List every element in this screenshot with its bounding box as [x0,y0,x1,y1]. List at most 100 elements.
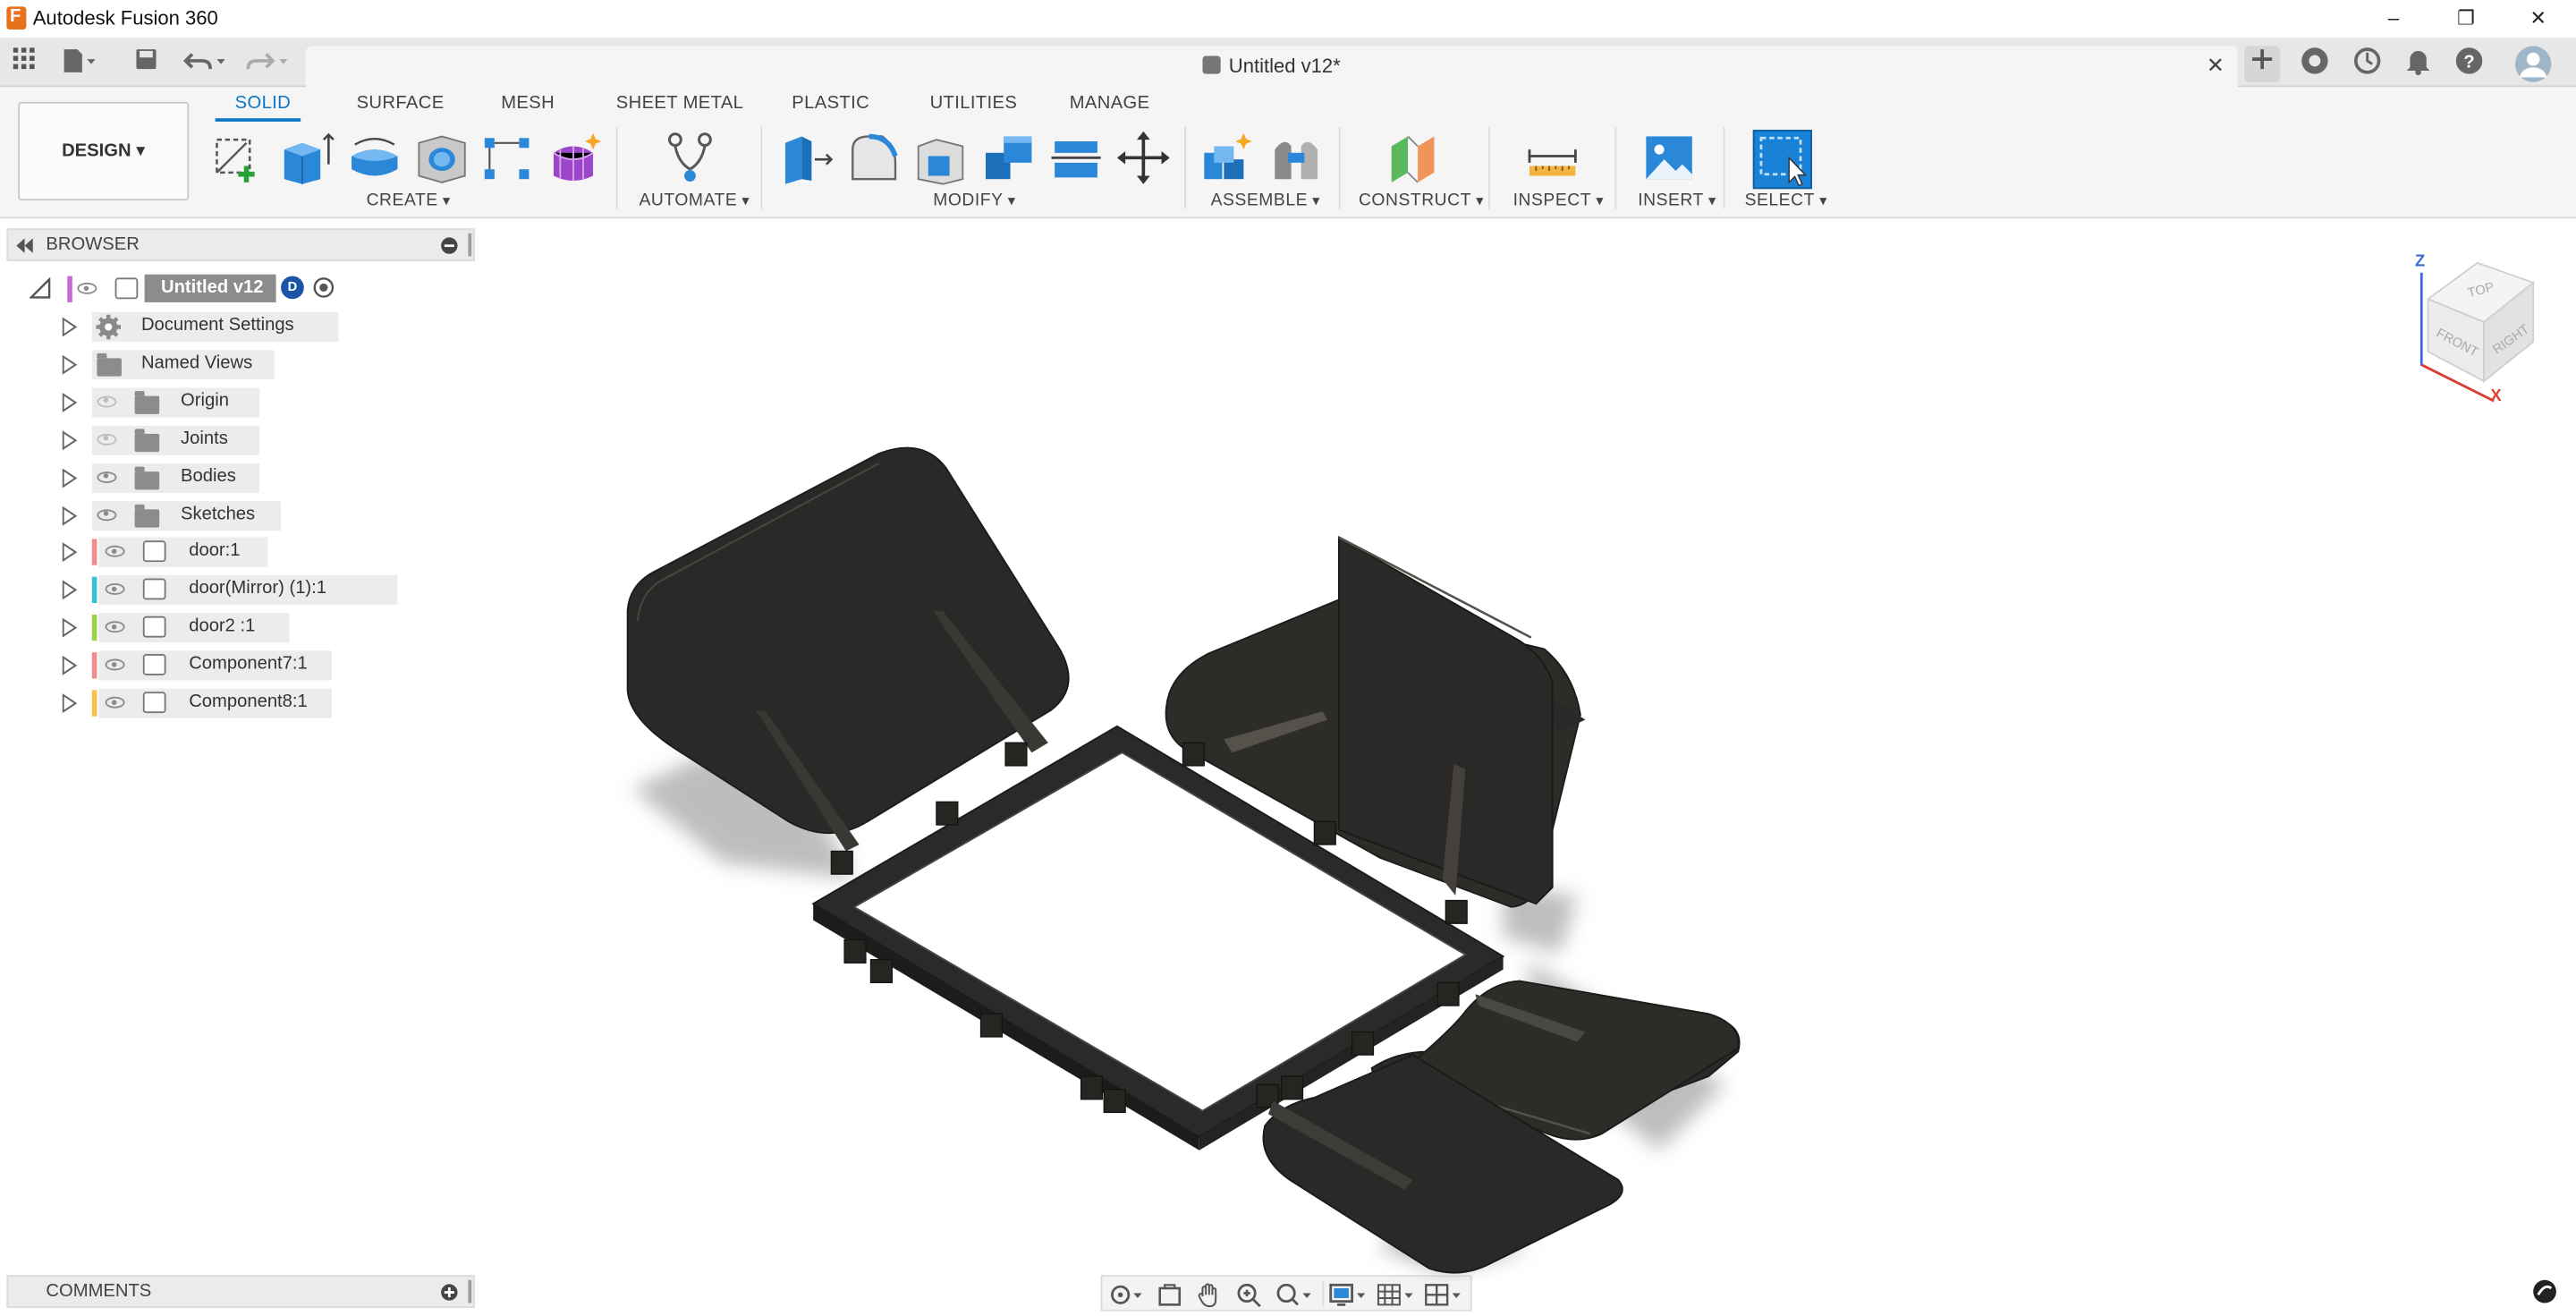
root-component-label[interactable]: Untitled v12 [161,277,264,297]
app-grid-icon[interactable] [10,47,39,77]
expand-triangle-icon[interactable] [62,392,78,412]
extrude-icon[interactable] [279,130,335,185]
revolve-icon[interactable] [347,130,402,185]
create-sketch-icon[interactable] [210,130,266,185]
add-comment-icon[interactable] [440,1283,458,1301]
job-status-icon[interactable] [2349,46,2385,81]
inspect-menu[interactable]: INSPECT [1513,191,1604,210]
split-body-icon[interactable] [1048,130,1104,185]
collapse-panel-icon[interactable] [15,238,35,253]
tree-item-label[interactable]: Component8:1 [189,692,308,711]
expanded-triangle-icon[interactable] [30,277,51,299]
design-badge-icon[interactable]: D [281,276,304,300]
browser-panel-header[interactable]: BROWSER [6,228,475,262]
tree-item-label[interactable]: Origin [181,391,229,411]
expand-triangle-icon[interactable] [62,505,78,525]
tree-item-label[interactable]: Joints [181,429,228,448]
measure-icon[interactable] [1524,130,1580,185]
expand-triangle-icon[interactable] [62,317,78,337]
close-window-button[interactable]: ✕ [2513,4,2563,33]
tree-item-label[interactable]: Named Views [141,353,252,373]
visibility-eye-icon[interactable] [97,471,117,483]
combine-icon[interactable] [981,130,1037,185]
document-tab[interactable]: Untitled v12* ✕ [305,46,2238,88]
grid-settings-icon[interactable] [1377,1282,1416,1308]
expand-triangle-icon[interactable] [62,580,78,600]
expand-triangle-icon[interactable] [62,656,78,676]
form-icon[interactable] [547,130,603,185]
pattern-icon[interactable] [479,130,535,185]
automate-menu[interactable]: AUTOMATE [639,191,750,210]
new-tab-icon[interactable] [2243,46,2281,82]
tree-item-label[interactable]: Component7:1 [189,654,308,674]
minimize-button[interactable]: – [2369,4,2419,33]
panel-resize-handle[interactable] [468,233,472,257]
tab-sheet-metal[interactable]: SHEET METAL [616,94,744,114]
select-menu[interactable]: SELECT [1745,191,1827,210]
save-icon[interactable] [131,47,161,77]
activate-radio-icon[interactable] [312,276,335,300]
tree-item-label[interactable]: Sketches [181,504,255,523]
expand-triangle-icon[interactable] [62,542,78,563]
tree-item-label[interactable]: door(Mirror) (1):1 [189,579,326,599]
create-menu[interactable]: CREATE [367,191,451,210]
workspace-switcher[interactable]: DESIGN ▾ [18,101,190,201]
undo-icon[interactable] [181,47,230,77]
cloud-status-icon[interactable] [2531,1278,2557,1304]
hole-icon[interactable] [414,130,470,185]
tree-item-label[interactable]: door:1 [189,541,240,561]
assemble-menu[interactable]: ASSEMBLE [1211,191,1320,210]
restore-button[interactable]: ❐ [2441,4,2490,33]
notifications-bell-icon[interactable] [2400,46,2436,81]
expand-triangle-icon[interactable] [62,467,78,488]
select-tool-icon[interactable] [1752,130,1812,190]
fillet-icon[interactable] [846,130,902,185]
zoom-icon[interactable] [1235,1282,1261,1308]
visibility-eye-icon[interactable] [77,282,97,294]
joint-icon[interactable] [1268,130,1324,185]
construct-menu[interactable]: CONSTRUCT [1359,191,1484,210]
visibility-eye-icon[interactable] [97,508,117,521]
model-viewport[interactable] [608,428,1791,1282]
visibility-eye-icon[interactable] [105,696,125,709]
file-menu-icon[interactable] [63,47,96,77]
automate-icon[interactable] [662,130,717,185]
orbit-icon[interactable] [1109,1282,1145,1308]
pan-hand-icon[interactable] [1196,1282,1222,1308]
shell-icon[interactable] [913,130,969,185]
new-component-icon[interactable] [1201,130,1257,185]
offset-plane-icon[interactable] [1385,130,1440,185]
tab-manage[interactable]: MANAGE [1070,94,1150,114]
expand-triangle-icon[interactable] [62,429,78,450]
tab-surface[interactable]: SURFACE [357,94,445,114]
visibility-eye-icon[interactable] [97,433,117,446]
display-settings-icon[interactable] [1329,1282,1368,1308]
panel-resize-handle[interactable] [468,1279,472,1303]
expand-triangle-icon[interactable] [62,354,78,375]
tab-plastic[interactable]: PLASTIC [792,94,869,114]
extensions-icon[interactable] [2297,46,2333,81]
expand-triangle-icon[interactable] [62,693,78,714]
tree-item-label[interactable]: door2 :1 [189,616,255,636]
fit-zoom-window-icon[interactable] [1275,1282,1314,1308]
modify-menu[interactable]: MODIFY [933,191,1015,210]
viewports-icon[interactable] [1424,1282,1463,1308]
insert-image-icon[interactable] [1641,130,1697,185]
expand-triangle-icon[interactable] [62,617,78,638]
tab-solid[interactable]: SOLID [235,94,291,114]
move-copy-icon[interactable] [1115,130,1171,185]
minus-circle-icon[interactable] [440,236,458,254]
user-avatar[interactable] [2514,46,2552,82]
tab-utilities[interactable]: UTILITIES [930,94,1018,114]
insert-menu[interactable]: INSERT [1638,191,1716,210]
help-icon[interactable]: ? [2451,46,2487,81]
visibility-eye-icon[interactable] [97,395,117,408]
look-at-icon[interactable] [1157,1282,1182,1308]
tree-item-label[interactable]: Document Settings [141,316,294,335]
close-document-button[interactable]: ✕ [2207,53,2224,79]
tree-item-label[interactable]: Bodies [181,466,236,486]
tab-mesh[interactable]: MESH [501,94,555,114]
viewcube[interactable]: Z X TOP FRONT RIGHT [2402,250,2566,414]
comments-panel-header[interactable]: COMMENTS [6,1275,475,1309]
press-pull-icon[interactable] [779,130,835,185]
